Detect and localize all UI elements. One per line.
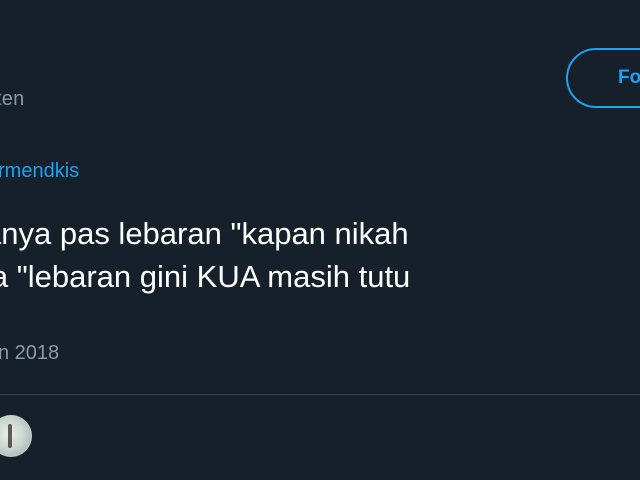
tweet-timestamp[interactable]: n 2018 (0, 342, 59, 365)
divider (0, 394, 640, 395)
user-handle[interactable]: ten (0, 88, 24, 111)
avatar-icon[interactable] (0, 415, 32, 457)
tweet-line-2: ja "lebaran gini KUA masih tutu (0, 259, 411, 294)
tweet-line-1: anya pas lebaran "kapan nikah (0, 216, 409, 251)
tweet-screenshot: ten Fo rmendkis anya pas lebaran "kapan … (0, 0, 640, 480)
follow-button[interactable]: Fo (566, 48, 640, 108)
reply-mention[interactable]: rmendkis (0, 160, 79, 183)
tweet-text: anya pas lebaran "kapan nikah ja "lebara… (0, 212, 640, 298)
avatar-figure (8, 424, 12, 448)
